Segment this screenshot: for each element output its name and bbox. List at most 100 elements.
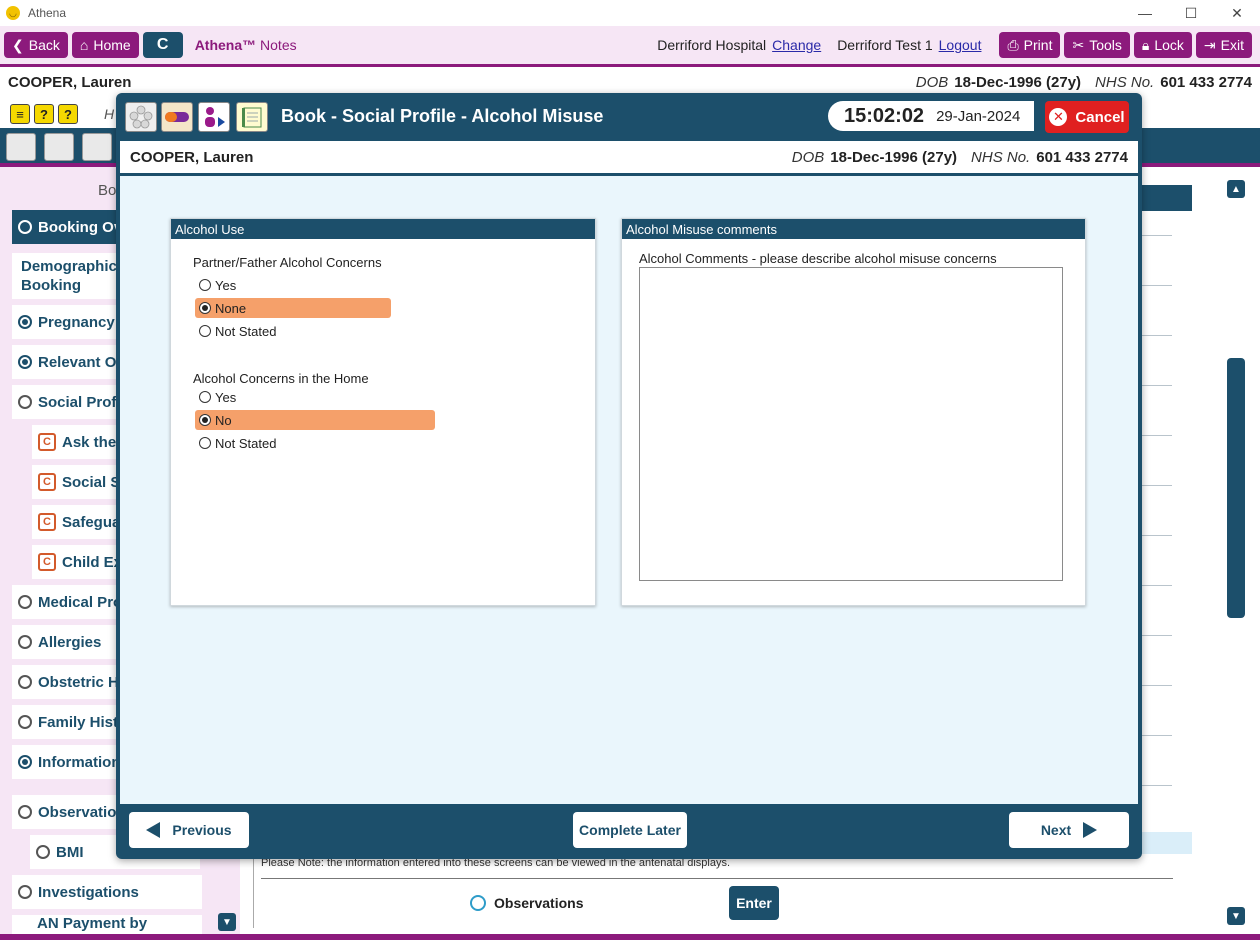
radio-empty-icon <box>18 885 32 899</box>
clock-display: 15:02:02 29-Jan-2024 <box>828 101 1034 131</box>
radio-button[interactable] <box>199 302 211 314</box>
partner-option-none[interactable]: None <box>195 298 391 318</box>
dialog-body: Alcohol Use Partner/Father Alcohol Conce… <box>120 176 1138 804</box>
nav-item-an-payment[interactable]: AN Payment by <box>12 915 202 934</box>
nav-label: Medical Pro <box>38 593 123 611</box>
radio-button[interactable] <box>199 437 211 449</box>
bg-pill-icon[interactable] <box>44 133 74 161</box>
dialog-header: Book - Social Profile - Alcohol Misuse 1… <box>116 93 1142 141</box>
query-icon[interactable]: ? <box>58 104 78 124</box>
lock-label: Lock <box>1154 37 1184 53</box>
bg-row-line <box>1140 635 1172 636</box>
bg-person-icon[interactable] <box>82 133 112 161</box>
window-controls: — ☐ ✕ <box>1122 0 1260 26</box>
c-button[interactable]: C <box>142 32 183 58</box>
main-toolbar: ❮ Back ⌂ Home C Athena™ Notes Derriford … <box>0 26 1260 64</box>
radio-empty-icon <box>18 675 32 689</box>
option-label: Not Stated <box>215 323 277 339</box>
nav-scroll-down-button[interactable]: ▼ <box>218 913 236 931</box>
back-button[interactable]: ❮ Back <box>4 32 68 58</box>
current-date: 29-Jan-2024 <box>936 107 1021 125</box>
bg-row-line <box>1140 285 1172 286</box>
bg-flower-icon[interactable] <box>6 133 36 161</box>
partner-option-yes[interactable]: Yes <box>195 275 391 295</box>
radio-button[interactable] <box>199 414 211 426</box>
session-info: Derriford Hospital Change Derriford Test… <box>657 37 981 53</box>
bg-row-line <box>1140 435 1172 436</box>
main-scrollbar[interactable]: ▲ ▼ <box>1227 180 1245 928</box>
radio-empty-icon <box>36 845 50 859</box>
observations-label: Observations <box>494 895 584 911</box>
bg-row-line <box>1140 585 1172 586</box>
nav-item-investigations[interactable]: Investigations <box>12 875 202 909</box>
nav-label: AN Payment by <box>37 915 148 932</box>
home-option-yes[interactable]: Yes <box>195 387 435 407</box>
person-play-icon[interactable] <box>198 102 230 132</box>
home-alcohol-question: Alcohol Concerns in the Home <box>193 371 369 386</box>
dialog-title: Book - Social Profile - Alcohol Misuse <box>281 106 604 126</box>
print-button[interactable]: ⎙ Print <box>999 32 1061 58</box>
scroll-up-button[interactable]: ▲ <box>1227 180 1245 198</box>
patient-ids: DOB 18-Dec-1996 (27y) NHS No. 601 433 27… <box>792 149 1128 166</box>
previous-button[interactable]: Previous <box>129 812 249 848</box>
change-hospital-link[interactable]: Change <box>772 37 821 53</box>
lock-button[interactable]: 🔒︎ Lock <box>1133 32 1192 58</box>
nav-header: Bo <box>98 182 117 199</box>
radio-empty-icon <box>18 715 32 729</box>
exit-button[interactable]: ⇥ Exit <box>1195 32 1252 58</box>
flower-icon[interactable] <box>125 102 157 132</box>
logout-link[interactable]: Logout <box>939 37 982 53</box>
nav-label: Ask the <box>62 433 117 451</box>
c-badge-icon: C <box>38 513 56 531</box>
next-button[interactable]: Next <box>1009 812 1129 848</box>
bg-row-line <box>1140 735 1172 736</box>
content-border <box>253 854 254 928</box>
comments-label: Alcohol Comments - please describe alcoh… <box>639 251 997 266</box>
nav-label: BMI <box>56 843 84 861</box>
radio-button[interactable] <box>199 391 211 403</box>
observations-option[interactable]: Observations <box>470 895 583 911</box>
complete-later-button[interactable]: Complete Later <box>573 812 687 848</box>
c-badge-icon: C <box>38 473 56 491</box>
option-label: Yes <box>215 389 237 405</box>
notebook-icon[interactable] <box>236 102 268 132</box>
home-option-no[interactable]: No <box>195 410 435 430</box>
option-label: Not Stated <box>215 435 277 451</box>
nhs-label: NHS No. <box>971 148 1031 166</box>
enter-button[interactable]: Enter <box>729 886 779 920</box>
alert-list-icon[interactable]: ≡ <box>10 104 30 124</box>
medication-pill-icon[interactable] <box>161 102 193 132</box>
scroll-thumb[interactable] <box>1227 358 1245 618</box>
radio-button[interactable] <box>199 279 211 291</box>
dob-value: 18-Dec-1996 (27y) <box>954 73 1082 91</box>
alcohol-misuse-dialog: Book - Social Profile - Alcohol Misuse 1… <box>116 93 1142 859</box>
bg-row-line <box>1140 485 1172 486</box>
home-option-not-stated[interactable]: Not Stated <box>195 433 435 453</box>
window-titlebar: ◡ Athena — ☐ ✕ <box>0 0 1260 26</box>
partner-alcohol-question: Partner/Father Alcohol Concerns <box>193 255 382 270</box>
nav-label: Investigations <box>38 883 139 901</box>
minimize-button[interactable]: — <box>1122 0 1168 26</box>
radio-filled-icon <box>18 315 32 329</box>
current-time: 15:02:02 <box>844 104 925 127</box>
comments-textarea[interactable] <box>639 267 1063 581</box>
close-window-button[interactable]: ✕ <box>1214 0 1260 26</box>
alcohol-comments-header: Alcohol Misuse comments <box>622 219 1085 239</box>
c-badge-icon: C <box>38 433 56 451</box>
scroll-down-button[interactable]: ▼ <box>1227 907 1245 925</box>
home-button[interactable]: ⌂ Home <box>71 32 139 58</box>
tools-button[interactable]: ✂ Tools <box>1064 32 1130 58</box>
partner-option-not-stated[interactable]: Not Stated <box>195 321 391 341</box>
help-icon[interactable]: ? <box>34 104 54 124</box>
c-badge-icon: C <box>38 553 56 571</box>
maximize-button[interactable]: ☐ <box>1168 0 1214 26</box>
radio-filled-icon <box>18 355 32 369</box>
cancel-button[interactable]: ✕ Cancel <box>1045 101 1129 133</box>
background-highlight-row <box>1140 832 1192 854</box>
nav-label: Observation <box>38 803 126 821</box>
nhs-value: 601 433 2774 <box>1036 148 1128 166</box>
nhs-label: NHS No. <box>1095 73 1155 91</box>
window-title: Athena <box>28 6 67 20</box>
radio-button[interactable] <box>199 325 211 337</box>
dialog-patient-banner: COOPER, Lauren DOB 18-Dec-1996 (27y) NHS… <box>120 141 1138 173</box>
